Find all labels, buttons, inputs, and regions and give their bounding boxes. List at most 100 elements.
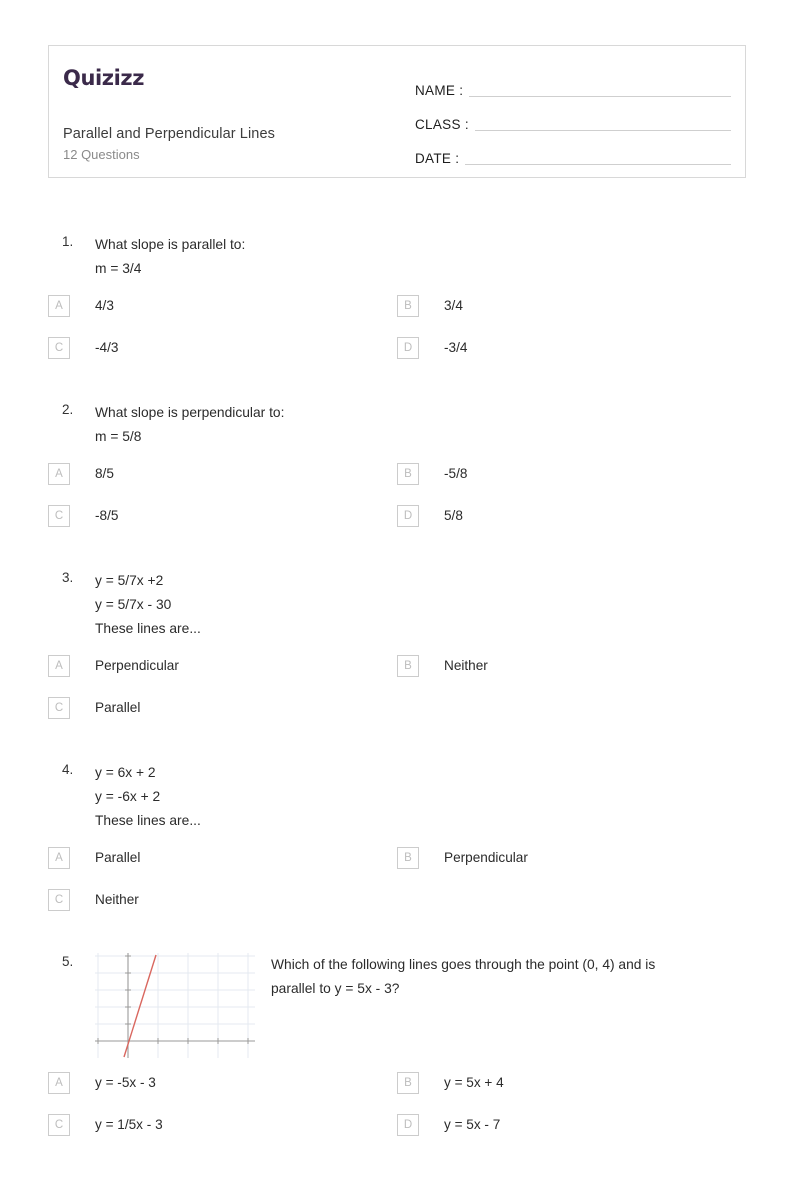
questions-list: 1. What slope is parallel to: m = 3/4 A 4/3 B… <box>48 233 746 1178</box>
option-letter-box[interactable]: C <box>48 505 70 527</box>
question-text: Which of the following lines goes throug… <box>271 953 746 1001</box>
option-text: Neither <box>444 658 488 673</box>
question-text-line: These lines are... <box>95 621 201 636</box>
question-body: What slope is perpendicular to: m = 5/8 <box>95 401 746 449</box>
answer-option[interactable]: Dy = 5x - 7 <box>397 1114 746 1156</box>
question-header: 1. What slope is parallel to: m = 3/4 <box>48 233 746 281</box>
answer-option[interactable]: C Neither <box>48 889 397 931</box>
question-body: Which of the following lines goes throug… <box>95 953 746 1058</box>
question-header: 5. Which of the following lines goes thro… <box>48 953 746 1058</box>
option-letter-box[interactable]: A <box>48 655 70 677</box>
class-field-row: CLASS : <box>415 100 731 134</box>
graph-svg <box>95 953 255 1058</box>
header-left-section: Quizizz Parallel and Perpendicular Lines… <box>49 46 409 177</box>
answer-option[interactable]: A 8/5 <box>48 463 397 505</box>
option-text: 8/5 <box>95 466 114 481</box>
question-text: What slope is parallel to: m = 3/4 <box>95 233 746 281</box>
answer-option[interactable]: Cy = 1/5x - 3 <box>48 1114 397 1156</box>
class-field-input[interactable] <box>474 129 731 131</box>
option-text: 4/3 <box>95 298 114 313</box>
question-number: 1. <box>62 234 74 249</box>
answer-options: A 8/5 B -5/8 C -8/5 D 5/8 <box>48 463 746 547</box>
question-text-line: y = 5/7x - 30 <box>95 597 172 612</box>
answer-option[interactable]: A 4/3 <box>48 295 397 337</box>
question-block: 3. y = 5/7x +2 y = 5/7x - 30 These lines ar… <box>48 569 746 761</box>
question-number: 2. <box>62 402 74 417</box>
name-field-input[interactable] <box>469 95 731 97</box>
option-letter-box[interactable]: C <box>48 337 70 359</box>
question-body: y = 5/7x +2 y = 5/7x - 30 These lines are.… <box>95 569 746 641</box>
option-letter-box[interactable]: D <box>397 337 419 359</box>
option-letter-box[interactable]: D <box>397 505 419 527</box>
option-letter-box[interactable]: A <box>48 295 70 317</box>
answer-option[interactable]: Ay = -5x - 3 <box>48 1072 397 1114</box>
question-text: y = 6x + 2 y = -6x + 2 These lines are... <box>95 761 746 833</box>
answer-options: A Perpendicular B Neither C Parallel <box>48 655 746 739</box>
option-text: y = 5x + 4 <box>444 1075 504 1090</box>
option-text: y = -5x - 3 <box>95 1075 156 1090</box>
answer-option[interactable]: C -8/5 <box>48 505 397 547</box>
question-text-line: y = 6x + 2 <box>95 765 156 780</box>
answer-option[interactable]: B Perpendicular <box>397 847 746 889</box>
option-text: -5/8 <box>444 466 468 481</box>
option-text: -4/3 <box>95 340 119 355</box>
question-block: 1. What slope is parallel to: m = 3/4 A 4/3 B… <box>48 233 746 401</box>
quizizz-logo: Quizizz <box>63 66 145 90</box>
answer-option[interactable]: B 3/4 <box>397 295 746 337</box>
option-letter-box[interactable]: C <box>48 1114 70 1136</box>
answer-option[interactable]: D 5/8 <box>397 505 746 547</box>
answer-option[interactable]: A Parallel <box>48 847 397 889</box>
question-text-line: m = 3/4 <box>95 261 142 276</box>
option-text: -3/4 <box>444 340 468 355</box>
option-text: 5/8 <box>444 508 463 523</box>
name-field-row: NAME : <box>415 66 731 100</box>
answer-option[interactable]: A Perpendicular <box>48 655 397 697</box>
question-text-line: y = -6x + 2 <box>95 789 161 804</box>
option-letter-box[interactable]: B <box>397 655 419 677</box>
class-field-label: CLASS : <box>415 117 469 132</box>
question-text-line: What slope is perpendicular to: <box>95 405 285 420</box>
question-number: 3. <box>62 570 74 585</box>
option-text: 3/4 <box>444 298 463 313</box>
option-letter-box[interactable]: A <box>48 463 70 485</box>
option-letter-box[interactable]: D <box>397 1114 419 1136</box>
question-text-line: These lines are... <box>95 813 201 828</box>
option-text: Parallel <box>95 700 141 715</box>
answer-option[interactable]: D -3/4 <box>397 337 746 379</box>
question-spacer <box>48 931 746 953</box>
question-block: 5. Which of the following lines goes thro… <box>48 953 746 1178</box>
question-text-line: y = 5/7x +2 <box>95 573 164 588</box>
option-letter-box[interactable]: C <box>48 889 70 911</box>
date-field-input[interactable] <box>465 163 731 165</box>
option-letter-box[interactable]: C <box>48 697 70 719</box>
option-letter-box[interactable]: B <box>397 295 419 317</box>
question-text: y = 5/7x +2 y = 5/7x - 30 These lines are.… <box>95 569 746 641</box>
option-letter-box[interactable]: A <box>48 1072 70 1094</box>
answer-options: A Parallel B Perpendicular C Neither <box>48 847 746 931</box>
option-letter-box[interactable]: A <box>48 847 70 869</box>
question-text-line: What slope is parallel to: <box>95 237 246 252</box>
answer-options: A 4/3 B 3/4 C -4/3 D -3/4 <box>48 295 746 379</box>
option-text: Parallel <box>95 850 141 865</box>
answer-option[interactable]: By = 5x + 4 <box>397 1072 746 1114</box>
answer-option[interactable]: B -5/8 <box>397 463 746 505</box>
option-letter-box[interactable]: B <box>397 463 419 485</box>
question-header: 4. y = 6x + 2 y = -6x + 2 These lines are..… <box>48 761 746 833</box>
option-text: Neither <box>95 892 139 907</box>
question-header: 2. What slope is perpendicular to: m = 5/8 <box>48 401 746 449</box>
question-text-line: parallel to y = 5x - 3? <box>271 981 400 996</box>
question-body: What slope is parallel to: m = 3/4 <box>95 233 746 281</box>
question-block: 2. What slope is perpendicular to: m = 5/8… <box>48 401 746 569</box>
page-title: Parallel and Perpendicular Lines <box>63 126 275 142</box>
answer-option[interactable]: B Neither <box>397 655 746 697</box>
answer-option[interactable]: C Parallel <box>48 697 397 739</box>
option-letter-box[interactable]: B <box>397 1072 419 1094</box>
name-field-label: NAME : <box>415 83 464 98</box>
answer-option[interactable]: C -4/3 <box>48 337 397 379</box>
option-text: -8/5 <box>95 508 119 523</box>
question-block: 4. y = 6x + 2 y = -6x + 2 These lines are..… <box>48 761 746 953</box>
option-text: y = 1/5x - 3 <box>95 1117 163 1132</box>
option-letter-box[interactable]: B <box>397 847 419 869</box>
question-text-line: m = 5/8 <box>95 429 142 444</box>
question-number: 4. <box>62 762 74 777</box>
